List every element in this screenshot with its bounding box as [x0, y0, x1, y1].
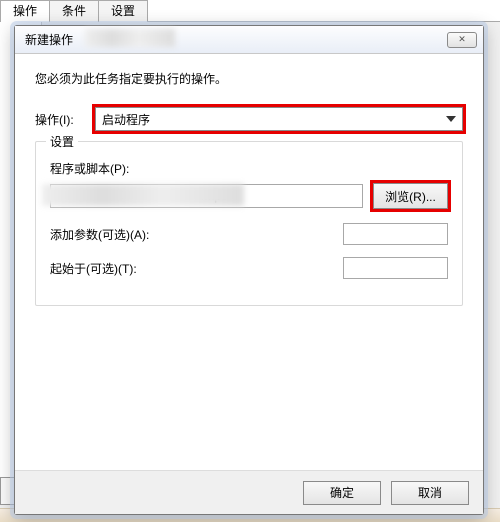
new-action-dialog: 新建操作 ✕ 您必须为此任务指定要执行的操作。 操作(I): 启动程序 设置 程… — [14, 25, 484, 515]
titlebar: 新建操作 ✕ — [15, 26, 483, 54]
parent-tab-conditions[interactable]: 条件 — [49, 0, 99, 22]
close-button[interactable]: ✕ — [447, 32, 477, 48]
parent-tabs: 操作 条件 设置 — [0, 0, 500, 22]
action-label: 操作(I): — [35, 111, 95, 128]
settings-legend: 设置 — [46, 133, 78, 150]
settings-group: 设置 程序或脚本(P): 浏览(R)... 添加参数(可选)(A): 起始于(可… — [35, 141, 463, 306]
ok-button[interactable]: 确定 — [303, 481, 381, 505]
chevron-down-icon — [446, 116, 456, 122]
action-combobox[interactable]: 启动程序 — [95, 107, 463, 131]
add-arguments-label: 添加参数(可选)(A): — [50, 226, 170, 243]
blur-decoration — [85, 29, 175, 47]
add-arguments-input[interactable] — [343, 223, 448, 245]
cancel-button[interactable]: 取消 — [391, 481, 469, 505]
browse-button[interactable]: 浏览(R)... — [373, 183, 448, 209]
instruction-text: 您必须为此任务指定要执行的操作。 — [35, 70, 463, 87]
blur-decoration — [42, 184, 244, 206]
program-script-label: 程序或脚本(P): — [50, 160, 448, 177]
start-in-input[interactable] — [343, 257, 448, 279]
dialog-content: 您必须为此任务指定要执行的操作。 操作(I): 启动程序 设置 程序或脚本(P)… — [15, 54, 483, 470]
dialog-footer: 确定 取消 — [15, 470, 483, 514]
parent-tab-settings[interactable]: 设置 — [98, 0, 148, 22]
action-combobox-value: 启动程序 — [102, 111, 150, 128]
parent-tab-actions[interactable]: 操作 — [0, 0, 50, 22]
start-in-label: 起始于(可选)(T): — [50, 260, 170, 277]
